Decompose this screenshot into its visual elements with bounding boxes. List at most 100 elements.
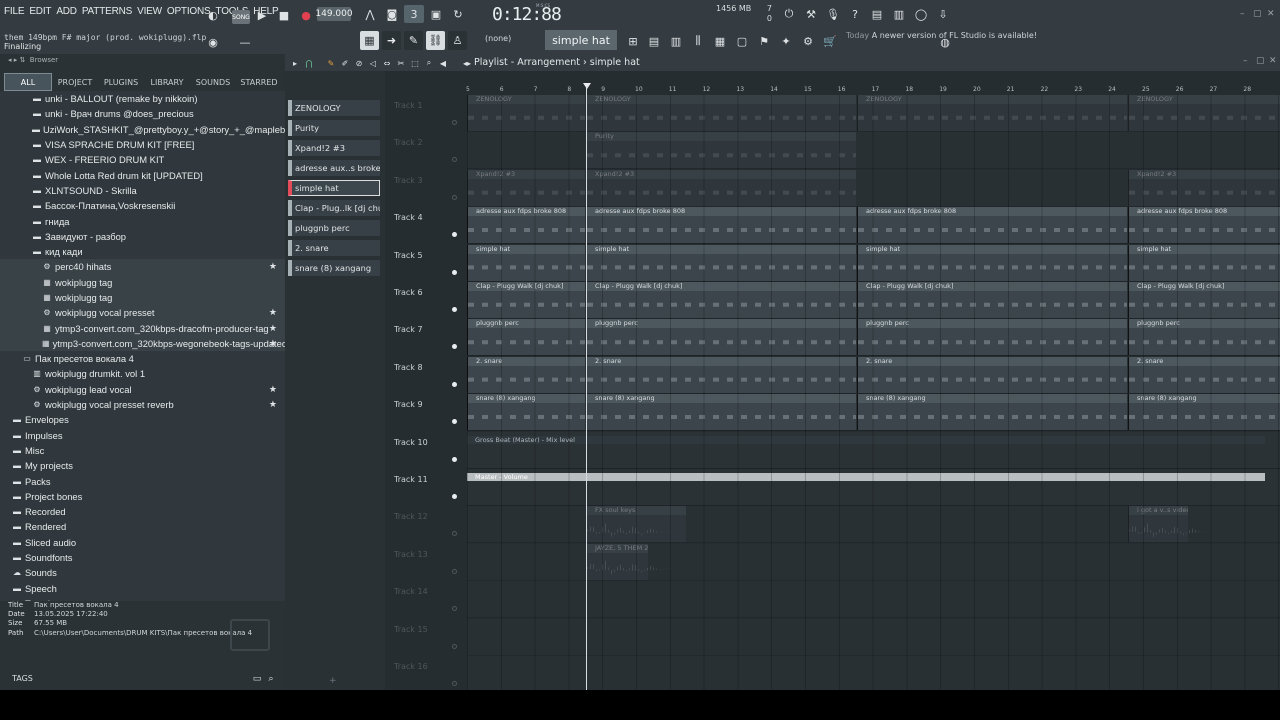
track-header[interactable]: Track 16 [385,656,465,690]
play-arrow-icon[interactable]: ▸ [289,54,301,72]
channel-2[interactable]: Xpand!2 #3 [288,140,380,156]
browser-item[interactable]: ▬ Misc [0,443,285,458]
track-lane[interactable]: FX soul keys i got a v..s video [467,506,1280,544]
track-lane[interactable]: Gross Beat (Master) - Mix level [467,431,1280,469]
channel-3[interactable]: adresse aux..s broke 808 [288,160,380,176]
plugin-picker-icon[interactable]: ✦ [777,32,795,50]
track-header[interactable]: Track 5 [385,245,465,282]
browser-item[interactable]: ⚙ wokiplugg lead vocal ★ [0,382,285,397]
pattern-clip[interactable]: ZENOLOGY [857,95,1127,131]
browser-item[interactable]: ⚙ perc40 hihats ★ [0,259,285,275]
track-mute-icon[interactable] [452,344,457,350]
channel-7[interactable]: 2. snare [288,240,380,256]
track-header[interactable]: Track 7 [385,319,465,356]
delete-tool-icon[interactable]: ⊘ [353,54,365,72]
track-mute-icon[interactable] [452,456,457,462]
pattern-clip[interactable]: simple hat [467,244,585,281]
track-lane[interactable] [467,618,1280,656]
wait-input-icon[interactable]: ◙ [382,5,402,23]
pattern-song-toggle-icon[interactable]: ◐ [204,6,222,24]
maximize-icon[interactable]: ▢ [1253,9,1262,19]
pencil-tool-icon[interactable]: ✎ [325,54,337,72]
add-pattern-icon[interactable]: ⊞ [624,32,642,50]
track-mute-icon[interactable] [452,419,457,425]
track-lane[interactable]: 2. snare 2. snare 2. snare 2. snare [467,356,1280,394]
pattern-clip[interactable]: simple hat [857,244,1127,281]
power-icon[interactable]: ⏻ [780,5,798,23]
pattern-clip[interactable]: 2. snare [586,356,856,393]
pattern-clip[interactable]: pluggnb perc [586,319,856,356]
pattern-clip[interactable]: Xpand!2 #3 [1128,169,1280,206]
blend-recording-icon[interactable]: ▣ [426,5,446,23]
song-mode-button[interactable]: SONG [232,10,250,24]
browser-item[interactable]: ▭ Пак пресетов вокала 4 [0,351,285,366]
pattern-clip[interactable]: i got a v..s video [1128,506,1219,543]
star-icon[interactable]: ★ [269,261,277,272]
track-mute-icon[interactable] [452,531,457,537]
browser-item[interactable]: ▬ кид кади [0,244,285,259]
track-mute-icon[interactable] [452,681,457,686]
pattern-clip[interactable]: simple hat [586,244,856,281]
menu-edit[interactable]: EDIT [29,6,51,17]
track-lane[interactable]: snare (8) xangang snare (8) xangang snare … [467,394,1280,432]
browser-tab-sounds[interactable]: SOUNDS [190,73,236,91]
pattern-clip[interactable]: Clap - Plugg Walk [dj chuk] [857,282,1127,318]
touch-keyboard-icon[interactable]: ⚙ [799,32,817,50]
track-mute-icon[interactable] [452,269,457,275]
browser-item[interactable]: ▬ Whole Lotta Red drum kit [UPDATED] [0,167,285,182]
pattern-clip[interactable]: pluggnb perc [857,319,1127,356]
news-globe-icon[interactable]: ◍ [936,33,954,51]
track-header[interactable]: Track 13 [385,544,465,581]
star-icon[interactable]: ★ [269,384,277,395]
playhead-marker-icon[interactable] [583,83,591,89]
record-icon[interactable]: ● [298,6,314,24]
pattern-clip[interactable]: 2. snare [1128,356,1280,393]
browser-tab-library[interactable]: LIBRARY [144,73,190,91]
chat-icon[interactable]: ◯ [912,5,930,23]
download-icon[interactable]: ⇩ [934,5,952,23]
metronome-icon[interactable]: ⋀ [360,5,380,23]
select-tool-icon[interactable]: ⬚ [409,54,421,72]
pattern-selector-none[interactable]: (none) [485,34,511,43]
browser-item[interactable]: ▬ Impulses [0,428,285,443]
browser-item[interactable]: ▬ Packs [0,473,285,488]
playlist-icon[interactable]: ▤ [645,32,663,50]
track-lane[interactable]: simple hat simple hat simple hat simple hat [467,244,1280,282]
stamp-icon[interactable]: ♙ [448,31,467,50]
channel-5[interactable]: Clap - Plug..lk [dj chuk] [288,200,380,216]
loop-record-icon[interactable]: ↻ [448,5,468,23]
track-header[interactable]: Track 12 [385,506,465,543]
track-lane[interactable] [467,656,1280,690]
pattern-clip[interactable]: snare (8) xangang [467,394,585,431]
track-lane[interactable]: ZENOLOGY ZENOLOGY ZENOLOGY ZENOLOGY [467,95,1280,132]
channel-4[interactable]: simple hat [288,180,380,196]
track-header[interactable]: Track 6 [385,282,465,319]
pattern-clip[interactable]: Purity [586,132,856,169]
master-pitch-slider-icon[interactable]: — [235,33,255,51]
speaker-tool-icon[interactable]: ◀ [437,54,449,72]
browser-item[interactable]: ▬ Recorded [0,504,285,519]
playlist-minimize-icon[interactable]: – [1243,56,1248,66]
pattern-clip[interactable]: simple hat [1128,244,1280,281]
browser-item[interactable]: ▬ unki - BALLOUT (remake by nikkoin) [0,91,285,106]
star-icon[interactable]: ★ [269,307,277,318]
track-header[interactable]: Track 10 [385,432,465,469]
arrow-right-icon[interactable]: ➜ [382,31,401,50]
browser-tab-starred[interactable]: STARRED [236,73,282,91]
browser-item[interactable]: ▬ Speech [0,581,285,596]
pattern-clip[interactable]: Clap - Plugg Walk [dj chuk] [586,282,856,318]
playlist-close-icon[interactable]: ✕ [1269,56,1277,66]
browser-item[interactable]: ▬ VISA SPRACHE DRUM KIT [FREE] [0,137,285,152]
browser-item[interactable]: ▬ Sliced audio [0,535,285,550]
current-pattern-selector[interactable]: simple hat [545,30,617,50]
track-mute-icon[interactable] [452,157,457,163]
channel-8[interactable]: snare (8) xangang [288,260,380,276]
shop-icon[interactable]: 🛒 [821,32,839,50]
browser-item[interactable]: ☁ Sounds [0,565,285,580]
browser-item[interactable]: ▬ гнида [0,213,285,228]
pattern-clip[interactable]: snare (8) xangang [586,394,856,431]
zoom-tool-icon[interactable]: ⌕ [423,54,435,72]
channel-6[interactable]: pluggnb perc [288,220,380,236]
pattern-clip[interactable]: adresse aux fdps broke 808 [586,207,856,244]
browser-item[interactable]: ▬ Soundfonts [0,550,285,565]
